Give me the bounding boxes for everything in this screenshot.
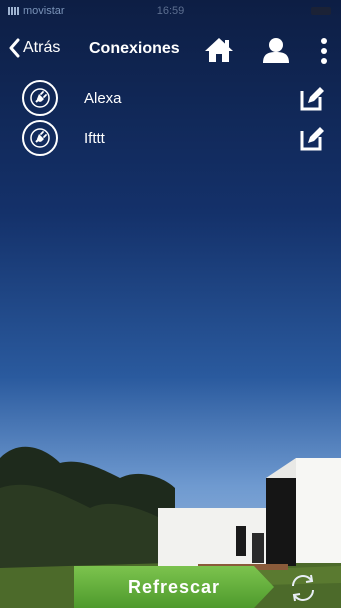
battery-icon xyxy=(311,7,331,15)
status-time: 16:59 xyxy=(156,5,185,17)
edit-icon[interactable] xyxy=(300,125,326,151)
connection-name: Ifttt xyxy=(84,129,105,147)
more-options-icon[interactable] xyxy=(319,37,329,65)
edit-icon[interactable] xyxy=(300,85,326,111)
home-icon[interactable] xyxy=(204,37,234,63)
page-title: Conexiones xyxy=(89,40,180,57)
plug-icon xyxy=(22,120,58,156)
connection-item-ifttt[interactable]: Ifttt xyxy=(0,118,341,158)
back-label: Atrás xyxy=(23,39,61,56)
connection-item-alexa[interactable]: Alexa xyxy=(0,78,341,118)
header-bar: Atrás Conexiones xyxy=(0,28,341,72)
refresh-label: Refrescar xyxy=(127,576,221,597)
back-button[interactable]: Atrás xyxy=(8,38,60,58)
status-bar: movistar 16:59 xyxy=(0,0,341,22)
plug-icon xyxy=(22,80,58,116)
chevron-left-icon xyxy=(9,38,20,58)
connections-list: Alexa Ifttt xyxy=(0,78,341,158)
sync-icon[interactable] xyxy=(287,572,319,604)
refresh-button[interactable]: Refrescar xyxy=(74,566,274,608)
user-icon[interactable] xyxy=(262,37,290,63)
connection-name: Alexa xyxy=(84,89,122,107)
